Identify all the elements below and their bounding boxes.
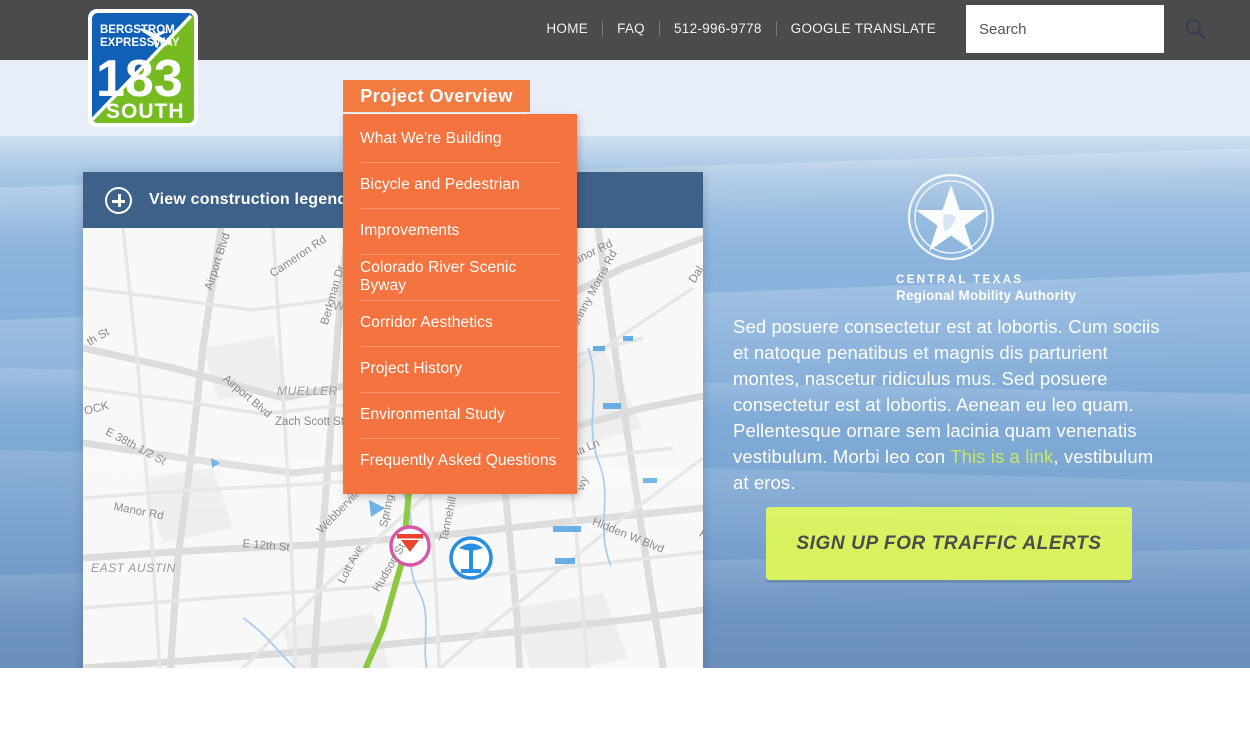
project-marker [449, 536, 493, 580]
ctrma-line2: Regional Mobility Authority [896, 288, 1077, 303]
utility-link-phone[interactable]: 512-996-9778 [660, 21, 776, 36]
svg-text:BERGSTROM: BERGSTROM [100, 24, 175, 36]
construction-legend-label: View construction legend [149, 191, 348, 208]
search-icon [1185, 19, 1206, 39]
hero-inline-link[interactable]: This is a link [950, 446, 1053, 467]
search-button[interactable] [1184, 6, 1206, 52]
site-logo[interactable]: BERGSTROM EXPRESSWAY 183 SOUTH [87, 8, 199, 128]
utility-link-google-translate[interactable]: GOOGLE TRANSLATE [777, 21, 950, 36]
dropdown-item-project-history[interactable]: Project History [343, 346, 577, 392]
bergstrom-expressway-183-south-logo-icon: BERGSTROM EXPRESSWAY 183 SOUTH [88, 9, 198, 127]
map-label: wy [575, 474, 592, 493]
search-input[interactable] [966, 6, 1184, 52]
ctrma-logo: CENTRAL TEXAS Regional Mobility Authorit… [896, 171, 1077, 303]
search-box[interactable] [966, 5, 1206, 53]
ctrma-line1: CENTRAL TEXAS [896, 274, 1024, 286]
svg-text:SOUTH: SOUTH [106, 100, 185, 123]
nav-item-project-overview[interactable]: Project Overview [343, 80, 530, 115]
page-root: HOME FAQ 512-996-9778 GOOGLE TRANSLATE C… [0, 0, 1250, 750]
construction-marker [389, 525, 431, 567]
dropdown-item-corridor-aesthetics[interactable]: Corridor Aesthetics [343, 300, 577, 346]
hero-section: View construction legend Airport Blvd Ca… [0, 136, 1250, 668]
texas-star-seal-icon [907, 173, 995, 261]
dropdown-item-improvements[interactable]: Improvements [343, 208, 577, 254]
dropdown-item-colorado-river-scenic-byway[interactable]: Colorado River Scenic Byway [343, 254, 577, 300]
nav-label-project-overview: Project Overview [360, 85, 513, 106]
svg-text:EXPRESSWAY: EXPRESSWAY [100, 37, 180, 49]
plus-circle-icon [105, 186, 132, 214]
utility-nav: HOME FAQ 512-996-9778 GOOGLE TRANSLATE [532, 21, 950, 36]
utility-link-faq[interactable]: FAQ [603, 21, 659, 36]
dropdown-item-frequently-asked-questions[interactable]: Frequently Asked Questions [343, 438, 577, 484]
dropdown-item-environmental-study[interactable]: Environmental Study [343, 392, 577, 438]
hero-body-before: Sed posuere consectetur est at lobortis.… [733, 316, 1160, 467]
dropdown-item-what-were-building[interactable]: What We're Building [343, 116, 577, 162]
map-label: Manor Rd [112, 501, 165, 523]
utility-link-home[interactable]: HOME [532, 21, 602, 36]
hero-body-text: Sed posuere consectetur est at lobortis.… [733, 314, 1173, 496]
project-overview-dropdown: What We're Building Bicycle and Pedestri… [343, 114, 577, 494]
sign-up-traffic-alerts-button[interactable]: SIGN UP FOR TRAFFIC ALERTS [766, 507, 1132, 580]
dropdown-item-bicycle-and-pedestrian[interactable]: Bicycle and Pedestrian [343, 162, 577, 208]
